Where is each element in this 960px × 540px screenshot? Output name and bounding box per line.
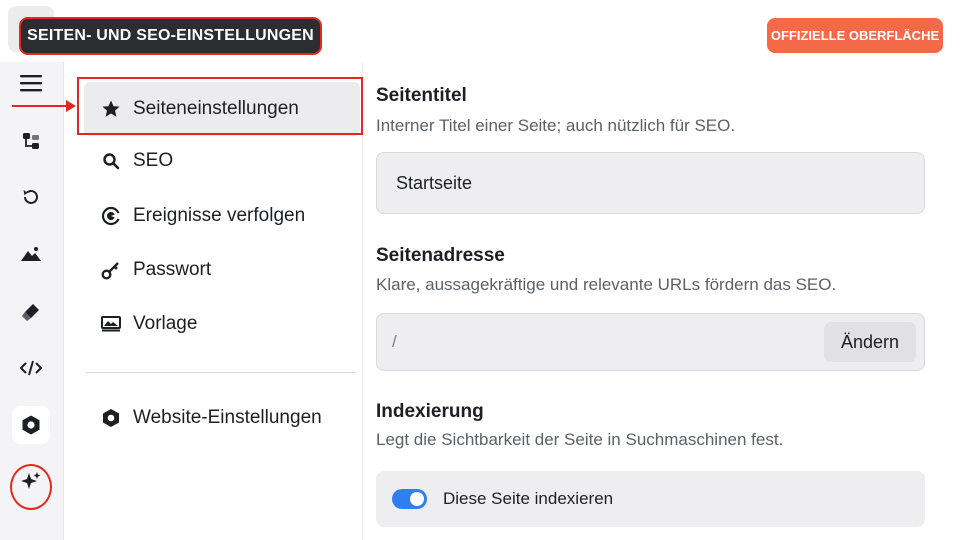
page-address-value: / [392, 332, 397, 351]
page-title-input[interactable]: Startseite [376, 152, 925, 214]
sidebar-divider [86, 372, 356, 373]
sidebar-item-label: Passwort [133, 259, 212, 280]
toggle-knob [410, 492, 424, 506]
sidebar-item-seo[interactable]: SEO [84, 134, 360, 188]
indexing-toggle-row: Diese Seite indexieren [376, 471, 925, 527]
highlight-box [77, 77, 363, 135]
page-title-heading: Seitentitel [376, 85, 467, 106]
sidebar-item-passwort[interactable]: Passwort [84, 243, 360, 297]
sidebar-item-label: Vorlage [133, 313, 198, 334]
image-icon[interactable] [12, 235, 50, 273]
key-icon [100, 259, 122, 281]
page-title-description: Interner Titel einer Seite; auch nützlic… [376, 116, 736, 135]
page-title-badge: SEITEN- UND SEO-EINSTELLUNGEN [19, 17, 322, 55]
history-icon[interactable] [12, 178, 50, 216]
page-address-heading: Seitenadresse [376, 245, 505, 266]
index-page-toggle[interactable] [392, 489, 427, 509]
icon-rail [0, 62, 64, 540]
code-icon[interactable] [12, 349, 50, 387]
brush-icon[interactable] [12, 293, 50, 331]
page-title-value: Startseite [396, 172, 473, 193]
page-address-description: Klare, aussagekräftige und relevante URL… [376, 275, 837, 294]
hexagon-settings-icon [100, 407, 122, 429]
annotation-arrow [12, 100, 76, 112]
top-bar: SEITEN- UND SEO-EINSTELLUNGEN OFFIZIELLE… [0, 0, 960, 62]
page-address-field[interactable]: / Ändern [376, 313, 925, 371]
sidebar-item-vorlage[interactable]: Vorlage [84, 297, 360, 351]
sidebar-item-ereignisse[interactable]: Ereignisse verfolgen [84, 189, 360, 243]
sidebar-item-label: Ereignisse verfolgen [133, 205, 306, 226]
change-address-button[interactable]: Ändern [824, 322, 916, 362]
indexing-description: Legt die Sichtbarkeit der Seite in Suchm… [376, 430, 784, 449]
official-interface-button[interactable]: OFFIZIELLE OBERFLÄCHE [767, 18, 943, 53]
pages-tree-icon[interactable] [12, 122, 50, 160]
highlight-circle [10, 464, 52, 510]
settings-hexagon-icon[interactable] [12, 406, 50, 444]
sidebar-item-website-einstellungen[interactable]: Website-Einstellungen [84, 391, 360, 445]
target-icon [100, 205, 122, 227]
sidebar-item-label: Website-Einstellungen [133, 407, 322, 428]
search-icon [100, 150, 122, 172]
sidebar-item-label: SEO [133, 150, 174, 171]
index-page-label: Diese Seite indexieren [443, 489, 614, 508]
indexing-heading: Indexierung [376, 401, 484, 422]
template-icon [100, 313, 122, 335]
